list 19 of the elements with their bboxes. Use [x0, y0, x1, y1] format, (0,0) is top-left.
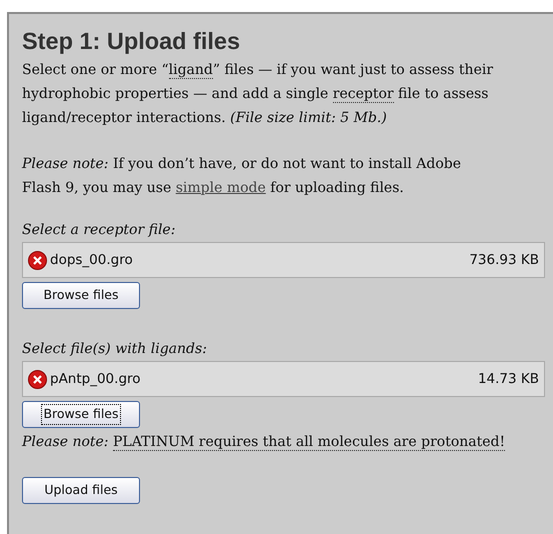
browse-button[interactable]: Browse files	[22, 401, 140, 428]
protonation-note: Please note: PLATINUM requires that all molecules are protonated!	[22, 433, 506, 453]
simple-mode-link[interactable]: simple mode	[176, 180, 266, 196]
remove-icon[interactable]	[28, 250, 47, 270]
file-name: pAntp_00.gro	[50, 370, 142, 389]
glossary-term: ligand	[168, 62, 213, 79]
file-size: 736.93 KB	[469, 250, 539, 270]
page-heading: Step 1: Upload files	[22, 28, 242, 54]
section-label: Select a receptor file:	[22, 221, 176, 240]
upload-button[interactable]: Upload files	[22, 477, 140, 504]
browse-button[interactable]: Browse files	[22, 282, 140, 309]
intro-paragraph: Select one or more “ligand” files — if you want just to assess their hydrophobic properties — and add a single receptor file to assess ligand/receptor interactions. (File size limit: 5 Mb.)	[22, 61, 494, 128]
remove-icon[interactable]	[28, 370, 47, 388]
file-size: 14.73 KB	[478, 370, 539, 389]
flash-note: Please note: If you don’t have, or do not want to install Adobe Flash 9, you may use simple mode for uploading files.	[22, 155, 462, 198]
section-label: Select file(s) with ligands:	[22, 340, 208, 359]
glossary-term: PLATINUM requires that all molecules are protonated!	[112, 434, 506, 451]
file-name: dops_00.gro	[50, 250, 134, 270]
glossary-term: receptor	[332, 86, 394, 103]
